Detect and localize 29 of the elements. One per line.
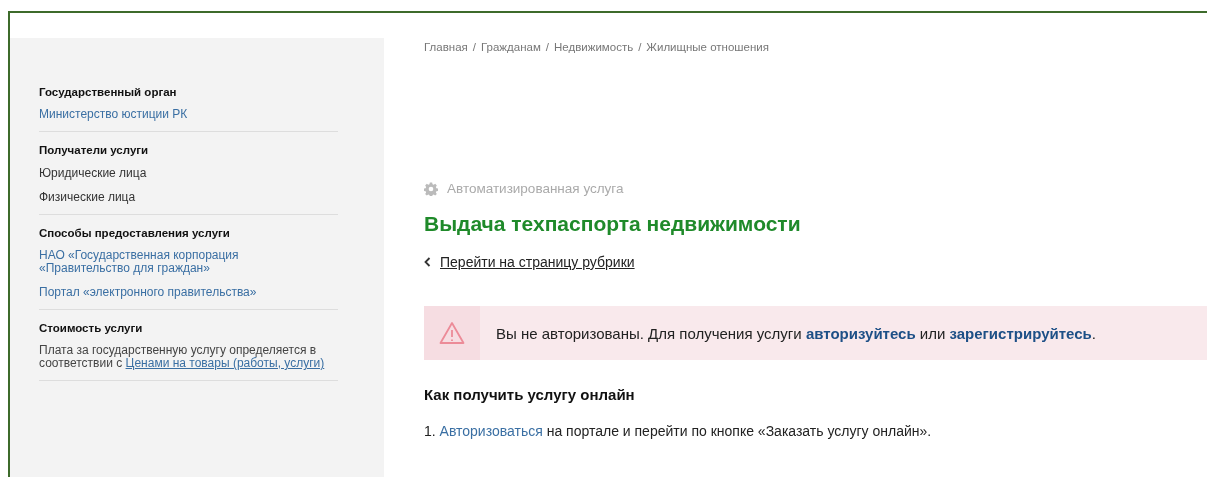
login-link[interactable]: авторизуйтесь (805, 324, 916, 342)
cost-paragraph: Плата за государственную услугу определяется в соответствии с Ценами на товары (работы, услуги) (39, 343, 326, 371)
breadcrumb-separator: / (638, 41, 642, 53)
section-heading: Как получить услугу онлайн (424, 386, 636, 403)
breadcrumb-separator: / (545, 41, 549, 53)
login-link[interactable]: Авторизоваться (439, 423, 543, 439)
service-type-label: Автоматизированная услуга (447, 181, 624, 196)
section-heading: Способы предоставления услуги (39, 227, 231, 240)
section-heading: Получатели услуги (39, 144, 150, 157)
sidebar-link[interactable]: Министерство юстиции РК (39, 108, 289, 122)
sidebar-link[interactable]: Портал «электронного правительства» (39, 285, 289, 299)
warning-icon (439, 321, 465, 345)
chevron-left-icon (424, 257, 431, 267)
back-link[interactable]: Перейти на страницу рубрики (440, 254, 635, 270)
register-link[interactable]: зарегистрируйтесь (949, 324, 1092, 342)
section-heading: Государственный орган (39, 86, 178, 98)
gear-icon (424, 181, 438, 196)
page-title: Выдача техпаспорта недвижимости (424, 212, 802, 236)
breadcrumb-link[interactable]: Недвижимость (554, 41, 634, 53)
breadcrumb-separator: / (472, 41, 476, 53)
breadcrumb-link[interactable]: Жилищные отношения (646, 41, 769, 53)
recipient-text: Юридические лица (39, 166, 148, 181)
recipient-text: Физические лица (39, 190, 137, 205)
alert-message: Вы не авторизованы. Для получения услуги авторизуйтесь или зарегистрируйтесь. (496, 324, 1096, 342)
breadcrumb-link[interactable]: Главная (424, 41, 468, 53)
section-heading: Стоимость услуги (39, 321, 144, 334)
step-text: 1. Авторизоваться на портале и перейти по кнопке «Заказать услугу онлайн». (424, 423, 933, 439)
breadcrumb-link[interactable]: Гражданам (481, 41, 541, 53)
sidebar-link[interactable]: НАО «Государственная корпорация «Правительство для граждан» (39, 249, 289, 276)
